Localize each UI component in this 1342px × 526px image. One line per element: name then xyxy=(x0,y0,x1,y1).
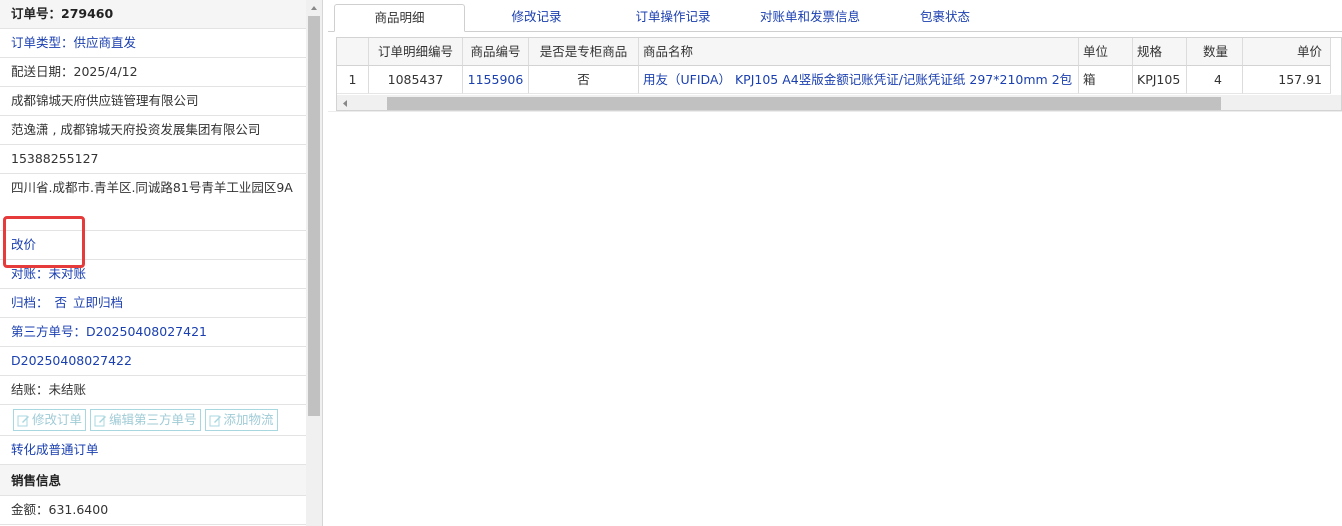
convert-to-normal-order-link[interactable]: 转化成普通订单 xyxy=(0,436,306,465)
cell-unit: 箱 xyxy=(1079,66,1133,94)
cell-unit-price: 157.91 xyxy=(1243,66,1331,94)
col-detail-no[interactable]: 订单明细编号 xyxy=(369,38,463,66)
order-number: 订单号：279460 xyxy=(0,0,306,29)
arrow-left-icon[interactable] xyxy=(337,95,354,110)
tab-product-details[interactable]: 商品明细 xyxy=(334,4,465,32)
scrollbar-thumb[interactable] xyxy=(387,97,1221,110)
cell-is-counter: 否 xyxy=(529,66,639,94)
archive-value: 否 xyxy=(54,295,68,310)
archive-row: 归档： 否立即归档 xyxy=(0,289,306,318)
edit-icon xyxy=(17,414,30,427)
col-spec[interactable]: 规格 xyxy=(1133,38,1187,66)
tab-bar: 商品明细 修改记录 订单操作记录 对账单和发票信息 包裹状态 xyxy=(328,0,1342,32)
reconcile-label: 对账： xyxy=(11,266,49,281)
third-party-row-2: D20250408027422 xyxy=(0,347,306,376)
row-index: 1 xyxy=(337,66,369,94)
third-party-number-2: D20250408027422 xyxy=(11,353,132,368)
add-logistics-button[interactable]: 添加物流 xyxy=(204,409,278,431)
edit-order-label: 修改订单 xyxy=(32,412,83,427)
contact-info: 范逸潇 , 成都锦城天府投资发展集团有限公司 xyxy=(0,116,306,145)
product-table: 订单明细编号 商品编号 是否是专柜商品 商品名称 单位 规格 数量 单价 1 1… xyxy=(336,37,1342,111)
order-actions: 修改订单 编辑第三方单号 添加物流 xyxy=(0,405,306,436)
tab-modify-records[interactable]: 修改记录 xyxy=(478,4,595,31)
scrollbar-thumb[interactable] xyxy=(308,16,320,416)
edit-icon xyxy=(209,414,222,427)
phone-number: 15388255127 xyxy=(0,145,306,174)
company-name: 成都锦城天府供应链管理有限公司 xyxy=(0,87,306,116)
third-party-label: 第三方单号： xyxy=(11,324,87,339)
col-is-counter[interactable]: 是否是专柜商品 xyxy=(529,38,639,66)
cell-spec: KPJ105 xyxy=(1133,66,1187,94)
divider xyxy=(328,111,1342,112)
edit-third-party-label: 编辑第三方单号 xyxy=(109,412,197,427)
arrow-up-icon[interactable] xyxy=(306,0,322,16)
archive-label: 归档： xyxy=(11,295,49,310)
col-product-name[interactable]: 商品名称 xyxy=(639,38,1079,66)
order-type-row: 订单类型：供应商直发 xyxy=(0,29,306,58)
tab-statement-invoice[interactable]: 对账单和发票信息 xyxy=(742,4,878,31)
left-vertical-scrollbar[interactable] xyxy=(306,0,322,526)
edit-icon xyxy=(94,414,107,427)
third-party-number-1: D20250408027421 xyxy=(86,324,207,339)
sales-info-header: 销售信息 xyxy=(0,465,306,496)
col-unit[interactable]: 单位 xyxy=(1079,38,1133,66)
add-logistics-label: 添加物流 xyxy=(223,412,274,427)
col-unit-price[interactable]: 单价 xyxy=(1243,38,1331,66)
col-quantity[interactable]: 数量 xyxy=(1187,38,1243,66)
highlight-box xyxy=(3,216,85,268)
cell-product-name-link[interactable]: 用友（UFIDA） KPJ105 A4竖版金额记账凭证/记账凭证纸 297*21… xyxy=(639,66,1079,94)
col-index xyxy=(337,38,369,66)
col-product-no[interactable]: 商品编号 xyxy=(463,38,529,66)
delivery-date: 配送日期：2025/4/12 xyxy=(0,58,306,87)
reconcile-value: 未对账 xyxy=(48,266,87,281)
tab-package-status[interactable]: 包裹状态 xyxy=(888,4,1002,31)
cell-detail-no: 1085437 xyxy=(369,66,463,94)
order-info-panel: 订单号：279460 订单类型：供应商直发 配送日期：2025/4/12 成都锦… xyxy=(0,0,323,526)
order-type-label: 订单类型： xyxy=(11,35,74,50)
third-party-row: 第三方单号：D20250408027421 xyxy=(0,318,306,347)
detail-panel: 商品明细 修改记录 订单操作记录 对账单和发票信息 包裹状态 订单明细编号 商品… xyxy=(328,0,1342,526)
tab-order-operation-records[interactable]: 订单操作记录 xyxy=(608,4,738,31)
archive-now-link[interactable]: 立即归档 xyxy=(73,295,123,310)
table-row[interactable]: 1 1085437 1155906 否 用友（UFIDA） KPJ105 A4竖… xyxy=(337,66,1341,94)
table-header: 订单明细编号 商品编号 是否是专柜商品 商品名称 单位 规格 数量 单价 xyxy=(337,38,1341,66)
edit-order-button[interactable]: 修改订单 xyxy=(13,409,87,431)
cell-product-no-link[interactable]: 1155906 xyxy=(463,66,529,94)
edit-third-party-button[interactable]: 编辑第三方单号 xyxy=(90,409,201,431)
cell-quantity: 4 xyxy=(1187,66,1243,94)
order-type-value: 供应商直发 xyxy=(73,35,137,50)
settle-status: 结账：未结账 xyxy=(0,376,306,405)
amount: 金额：631.6400 xyxy=(0,496,306,525)
table-horizontal-scrollbar[interactable] xyxy=(337,95,1341,110)
